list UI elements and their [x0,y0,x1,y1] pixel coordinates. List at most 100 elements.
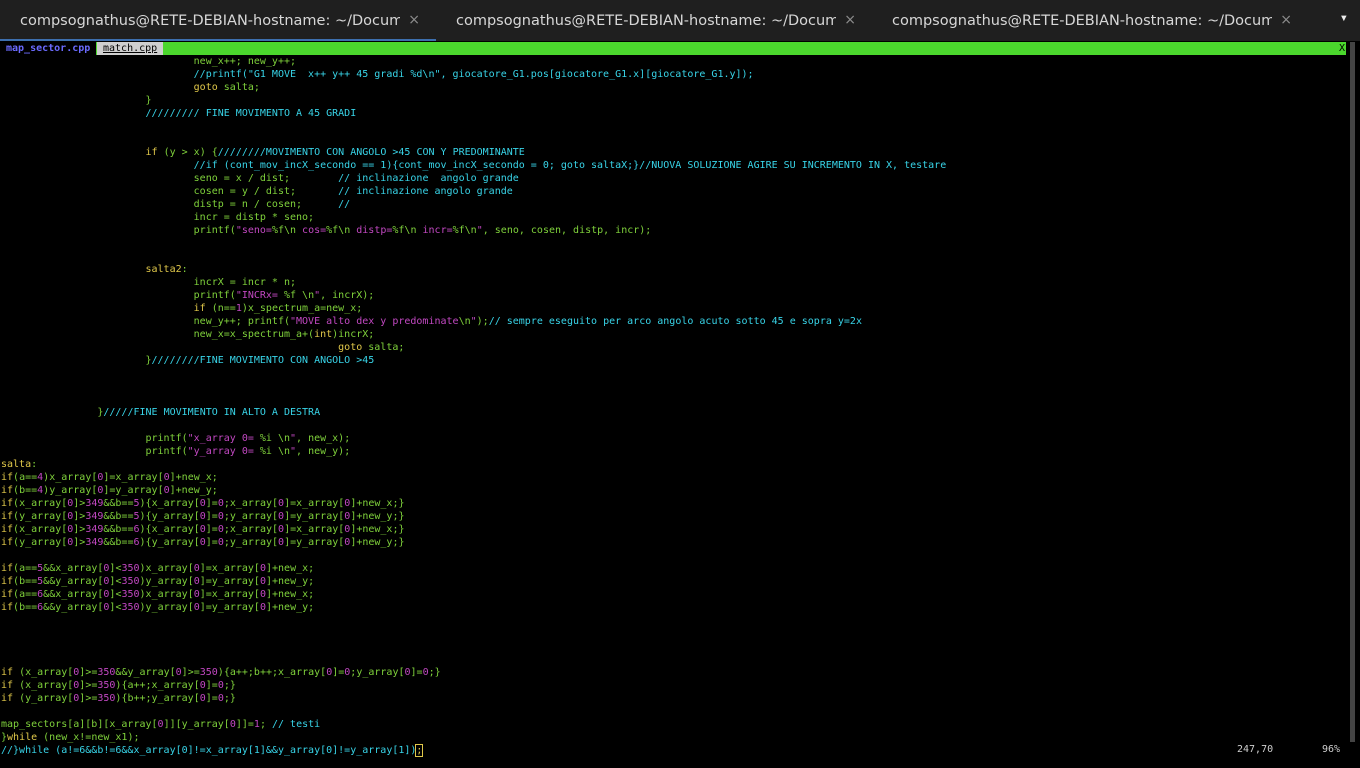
tab-title: compsognathus@RETE-DEBIAN-hostname: ~/Do… [456,12,836,29]
code-line: if(a==5&&x_array[0]<350)x_array[0]=x_arr… [1,562,1341,575]
code-keyword: if [1,511,14,522]
code-text: )incrX; [332,329,375,340]
close-icon[interactable]: × [844,12,856,28]
code-text: &&b== [103,537,134,548]
code-text: ]=x_array[ [103,472,164,483]
code-line: printf("seno=%f\n cos=%f\n distp=%f\n in… [1,224,1341,237]
code-text: ]> [73,511,86,522]
code-string: "x_array 0= [187,433,260,444]
close-icon[interactable]: × [1280,12,1292,28]
code-text: %f\n [452,225,477,236]
code-line: goto salta; [1,81,1341,94]
code-text: printf( [1,446,188,457]
code-text: ]+new_x;} [350,498,405,509]
code-text: &&y_array[ [43,602,104,613]
chevron-down-icon[interactable]: ▾ [1340,10,1348,26]
code-line: salta2: [1,263,1341,276]
code-text: &&b== [103,511,134,522]
code-text: ]=y_array[ [199,602,260,613]
code-text: , seno, cosen, distp, incr); [482,225,652,236]
terminal-tab-3[interactable]: compsognathus@RETE-DEBIAN-hostname: ~/Do… [872,0,1308,41]
code-line: salta: [1,458,1341,471]
code-text: printf( [1,225,236,236]
code-keyword: salta [1,459,32,470]
close-icon[interactable]: X [1339,42,1345,55]
code-number: 350 [97,680,116,691]
code-editor[interactable]: new_x++; new_y++; //printf("G1 MOVE x++ … [1,55,1341,757]
terminal-tab-2[interactable]: compsognathus@RETE-DEBIAN-hostname: ~/Do… [436,0,872,41]
tab-title: compsognathus@RETE-DEBIAN-hostname: ~/Do… [892,12,1272,29]
code-text: ]>= [79,680,98,691]
code-line: if (n==1)x_spectrum_a=new_x; [1,302,1341,315]
code-text: (y_array[ [13,511,68,522]
code-text: , new_x); [296,433,351,444]
code-line: if(b==4)y_array[0]=y_array[0]+new_y; [1,484,1341,497]
code-comment: // [338,199,351,210]
code-keyword: goto [338,342,363,353]
code-text: new_x=x_spectrum_a+( [1,329,315,340]
code-comment: //if (cont_mov_incX_secondo == 1){cont_m… [1,160,947,171]
code-keyword: if [193,303,206,314]
code-line: goto salta; [1,341,1341,354]
code-text: (b== [13,576,38,587]
code-keyword: if [1,485,14,496]
close-icon[interactable]: × [408,12,420,28]
code-text: &&x_array[ [43,563,104,574]
code-line: if(a==6&&x_array[0]<350)x_array[0]=x_arr… [1,588,1341,601]
vim-buffer-tab-map-sector[interactable]: map_sector.cpp [0,42,97,55]
code-text: map_sectors[a][b][x_array[ [1,719,158,730]
code-line: distp = n / cosen; // [1,198,1341,211]
code-text: ]= [332,667,345,678]
code-line: new_y++; printf("MOVE alto dex y predomi… [1,315,1341,328]
code-text: ]+new_y; [266,576,315,587]
text-cursor: ; [415,744,424,757]
code-comment: //printf("G1 MOVE x++ y++ 45 gradi %d\n"… [1,69,754,80]
code-line: map_sectors[a][b][x_array[0]][y_array[0]… [1,718,1341,731]
terminal-tab-bar: compsognathus@RETE-DEBIAN-hostname: ~/Do… [0,0,1360,41]
code-text: ]= [205,498,218,509]
code-text: , new_y); [296,446,351,457]
code-line: }////////FINE MOVIMENTO CON ANGOLO >45 [1,354,1341,367]
code-line: //printf("G1 MOVE x++ y++ 45 gradi %d\n"… [1,68,1341,81]
code-keyword: if [1,589,14,600]
code-keyword: goto [193,82,218,93]
scrollbar[interactable] [1346,42,1360,768]
code-text: {y_array[ [145,511,200,522]
code-text: printf( [1,433,188,444]
code-text: %f\n [326,225,351,236]
code-text: {a++;b++;x_array[ [223,667,327,678]
code-line: if (x_array[0]>=350){a++;x_array[0]=0;} [1,679,1341,692]
code-text: ]+new_x; [169,472,218,483]
code-text: seno = x / dist; [1,173,339,184]
code-number: 350 [121,563,140,574]
code-text: ]> [73,524,86,535]
code-text: distp = n / cosen; [1,199,339,210]
code-text: ]+new_y;} [350,537,405,548]
code-string: incr= [416,225,453,236]
code-text: ]=y_array[ [284,537,345,548]
code-text: salta; [217,82,260,93]
code-text: ; [259,719,272,730]
code-comment: // inclinazione angolo grande [338,186,513,197]
code-text: , incrX); [320,290,375,301]
code-line: if(x_array[0]>349&&b==5){x_array[0]=0;x_… [1,497,1341,510]
vim-buffer-tab-match[interactable]: match.cpp [97,42,164,55]
code-keyword: if [1,537,14,548]
code-text: (a== [13,472,38,483]
code-text: ]< [109,563,122,574]
code-text: } [1,407,104,418]
code-text: ]>= [181,667,200,678]
code-text: incr = distp * seno; [1,212,315,223]
code-line: ///////// FINE MOVIMENTO A 45 GRADI [1,107,1341,120]
code-text: new_x++; new_y++; [1,56,297,67]
code-number: 350 [121,576,140,587]
scrollbar-thumb[interactable] [1350,42,1355,742]
terminal-tab-1[interactable]: compsognathus@RETE-DEBIAN-hostname: ~/Do… [0,0,436,41]
code-line: incr = distp * seno; [1,211,1341,224]
